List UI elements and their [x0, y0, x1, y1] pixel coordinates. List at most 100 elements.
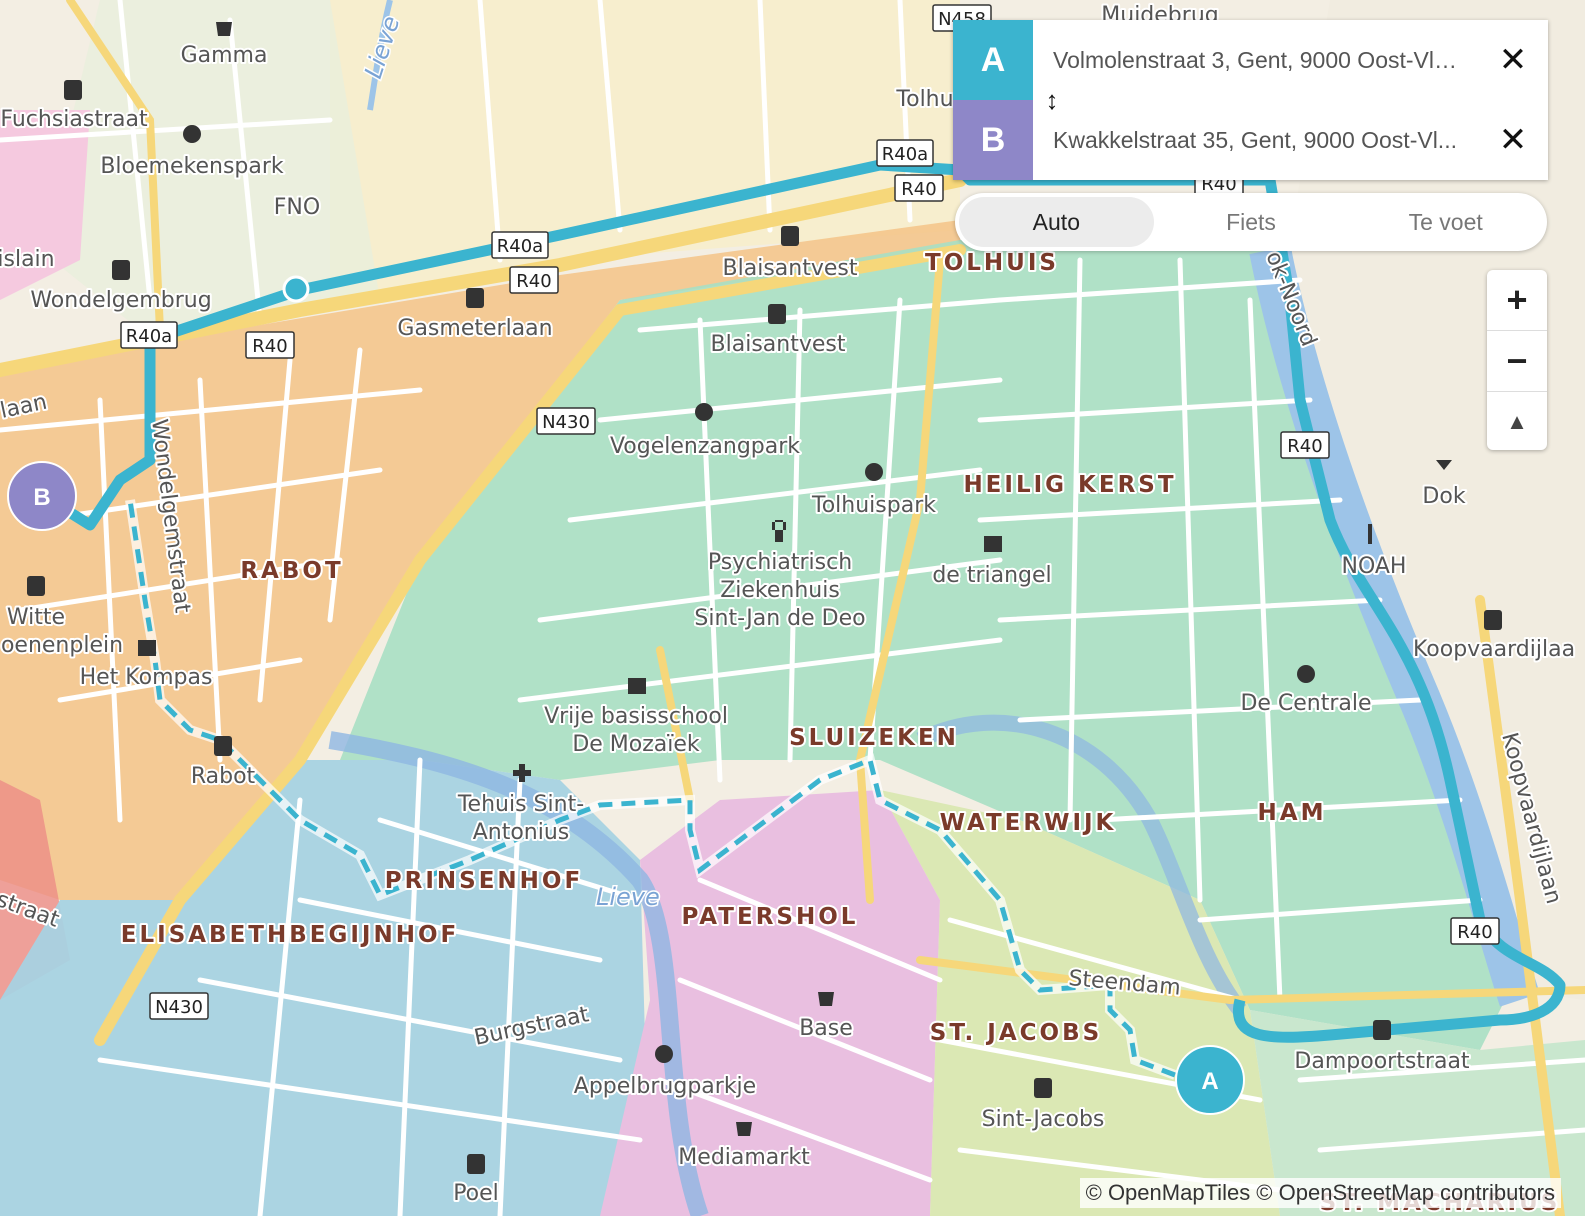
zoom-out-button[interactable]: −: [1487, 331, 1547, 392]
school-icon: [628, 678, 646, 694]
district-label-st-jacobs: ST. JACOBS: [930, 1020, 1102, 1046]
road-shield: R40a: [491, 231, 549, 259]
place-label: Vogelenzangpark: [610, 434, 800, 459]
road-shield: R40: [245, 331, 295, 359]
road-shield-text: R40: [901, 179, 936, 200]
road-shield-text: R40a: [882, 144, 928, 165]
to-address-input[interactable]: [1033, 110, 1478, 170]
place-label: Fuchsiastraat: [0, 107, 148, 132]
zoom-control: + − ▲: [1487, 270, 1547, 450]
shop-icon: [216, 22, 232, 36]
place-label: De Mozaïek: [572, 732, 700, 757]
from-address-input[interactable]: [1033, 30, 1478, 90]
clear-from-button[interactable]: ✕: [1478, 20, 1548, 100]
waypoint-badge-a: A: [953, 20, 1033, 100]
road-shield-text: N430: [155, 997, 203, 1018]
place-label: Het Kompas: [80, 665, 213, 690]
start-marker-label: A: [1201, 1068, 1218, 1095]
bus-stop-icon: [1373, 1020, 1391, 1040]
place-label: Mediamarkt: [678, 1145, 810, 1170]
district-label-elisabethbegijnhof: ELISABETHBEGIJNHOF: [121, 922, 459, 948]
district-label-heilig-kerst: HEILIG KERST: [963, 472, 1176, 498]
place-label: Bloemekenspark: [100, 154, 284, 179]
district-label-patershol: PATERSHOL: [682, 904, 859, 930]
place-label: Vrije basisschool: [544, 704, 728, 729]
road-shield-text: R40: [1287, 436, 1322, 457]
bus-stop-icon: [64, 80, 82, 100]
bus-stop-icon: [112, 260, 130, 280]
place-label: Blaisantvest: [723, 256, 858, 281]
park-icon: [695, 403, 713, 421]
place-label: De Centrale: [1240, 691, 1371, 716]
close-icon: ✕: [1498, 121, 1528, 159]
place-label: de triangel: [932, 563, 1051, 588]
place-label: Gamma: [181, 43, 268, 68]
map-canvas[interactable]: RABOT TOLHUIS HEILIG KERST SLUIZEKEN WAT…: [0, 0, 1585, 1216]
place-label: Blaisantvest: [711, 332, 846, 357]
school-icon: [984, 536, 1002, 552]
travel-mode-selector: Auto Fiets Te voet: [955, 193, 1547, 251]
road-shield: N430: [149, 992, 209, 1020]
waypoint-badge-b: B: [953, 100, 1033, 180]
water-label: Lieve: [596, 883, 660, 911]
close-icon: ✕: [1498, 41, 1528, 79]
road-shield: R40: [1450, 917, 1500, 945]
clear-to-button[interactable]: ✕: [1478, 100, 1548, 180]
district-label-rabot: RABOT: [240, 558, 343, 584]
place-label: Appelbrugparkje: [574, 1074, 756, 1099]
place-label: Gasmeterlaan: [397, 316, 552, 341]
mode-fiets-button[interactable]: Fiets: [1154, 197, 1349, 247]
road-shield: R40a: [120, 321, 178, 349]
plus-icon: +: [1506, 279, 1528, 320]
place-label: Sint-Jacobs: [982, 1107, 1105, 1132]
road-shield-text: R40: [1457, 922, 1492, 943]
road-shield-text: R40: [252, 336, 287, 357]
swap-waypoints-button[interactable]: ↕: [1038, 84, 1066, 116]
bus-stop-icon: [214, 736, 232, 756]
end-marker-b[interactable]: B: [7, 461, 77, 531]
end-marker-label: B: [33, 484, 50, 511]
place-label: Witte: [7, 605, 65, 630]
place-label: Koopvaardijlaa: [1413, 637, 1575, 662]
place-label: Rabot: [191, 764, 256, 789]
road-shield: R40: [1280, 431, 1330, 459]
district-label-sluizeken: SLUIZEKEN: [789, 725, 959, 751]
place-label: Base: [799, 1016, 853, 1041]
road-shield: N430: [536, 407, 596, 435]
start-marker-a[interactable]: A: [1175, 1045, 1245, 1115]
district-label-prinsenhof: PRINSENHOF: [385, 868, 583, 894]
road-shield-text: R40: [516, 271, 551, 292]
road-shield: R40: [894, 174, 944, 202]
park-icon: [183, 125, 201, 143]
place-label: Psychiatrisch: [708, 550, 852, 575]
road-shield: R40a: [876, 139, 934, 167]
road-shield: R40: [509, 266, 559, 294]
park-icon: [655, 1045, 673, 1063]
place-label: Antonius: [473, 820, 570, 845]
place-label: oenenplein: [1, 633, 123, 658]
place-label: Tehuis Sint-: [457, 792, 584, 817]
road-shield-text: R40a: [497, 236, 543, 257]
place-label: Wondelgembrug: [30, 288, 211, 313]
bus-stop-icon: [1034, 1078, 1052, 1098]
bus-stop-icon: [781, 226, 799, 246]
map-attribution[interactable]: © OpenMapTiles © OpenStreetMap contribut…: [1079, 1178, 1561, 1208]
bus-stop-icon: [27, 576, 45, 596]
swap-arrows-icon: ↕: [1045, 84, 1059, 115]
mode-auto-button[interactable]: Auto: [959, 197, 1154, 247]
compass-icon: ▲: [1506, 409, 1528, 434]
road-shield-text: R40a: [126, 326, 172, 347]
place-label: Tolhuispark: [811, 493, 936, 518]
district-label-waterwijk: WATERWIJK: [940, 810, 1117, 836]
shop-icon: [818, 992, 834, 1006]
mode-te-voet-button[interactable]: Te voet: [1348, 197, 1543, 247]
compass-button[interactable]: ▲: [1487, 392, 1547, 452]
district-label-tolhuis: TOLHUIS: [925, 250, 1059, 276]
district-label-ham: HAM: [1258, 800, 1327, 826]
place-label: islain: [0, 247, 55, 272]
route-panel: A ✕ B ✕ ↕: [953, 20, 1548, 180]
zoom-in-button[interactable]: +: [1487, 270, 1547, 331]
place-label: Dok: [1422, 484, 1465, 509]
route-via-point[interactable]: [282, 275, 310, 303]
place-label: Dampoortstraat: [1294, 1049, 1470, 1074]
